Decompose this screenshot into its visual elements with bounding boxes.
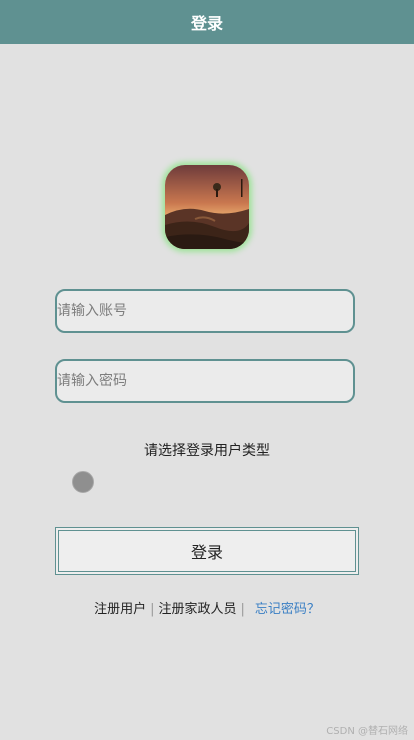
avatar [165, 165, 249, 249]
register-user-link[interactable]: 注册用户 [94, 602, 146, 617]
link-separator: | [240, 602, 245, 617]
password-input[interactable] [55, 359, 355, 403]
link-separator: | [150, 602, 155, 617]
page-title: 登录 [190, 14, 223, 33]
user-type-radio[interactable] [72, 471, 94, 493]
register-housekeeper-link[interactable]: 注册家政人员 [158, 602, 236, 617]
app-header: 登录 [0, 0, 414, 44]
user-type-label: 请选择登录用户类型 [144, 443, 270, 459]
login-page: 登录 请选择登录用户类型 登录 注册用户|注册 [0, 0, 414, 740]
forgot-password-link[interactable]: 忘记密码？ [255, 602, 320, 617]
login-button[interactable]: 登录 [55, 527, 359, 575]
watermark: CSDN @替石网络 [326, 726, 408, 737]
account-input[interactable] [55, 289, 355, 333]
footer-links: 注册用户 | 注册家政人员 | 忘记密码？ [0, 598, 414, 617]
avatar-landscape-image [165, 165, 249, 249]
